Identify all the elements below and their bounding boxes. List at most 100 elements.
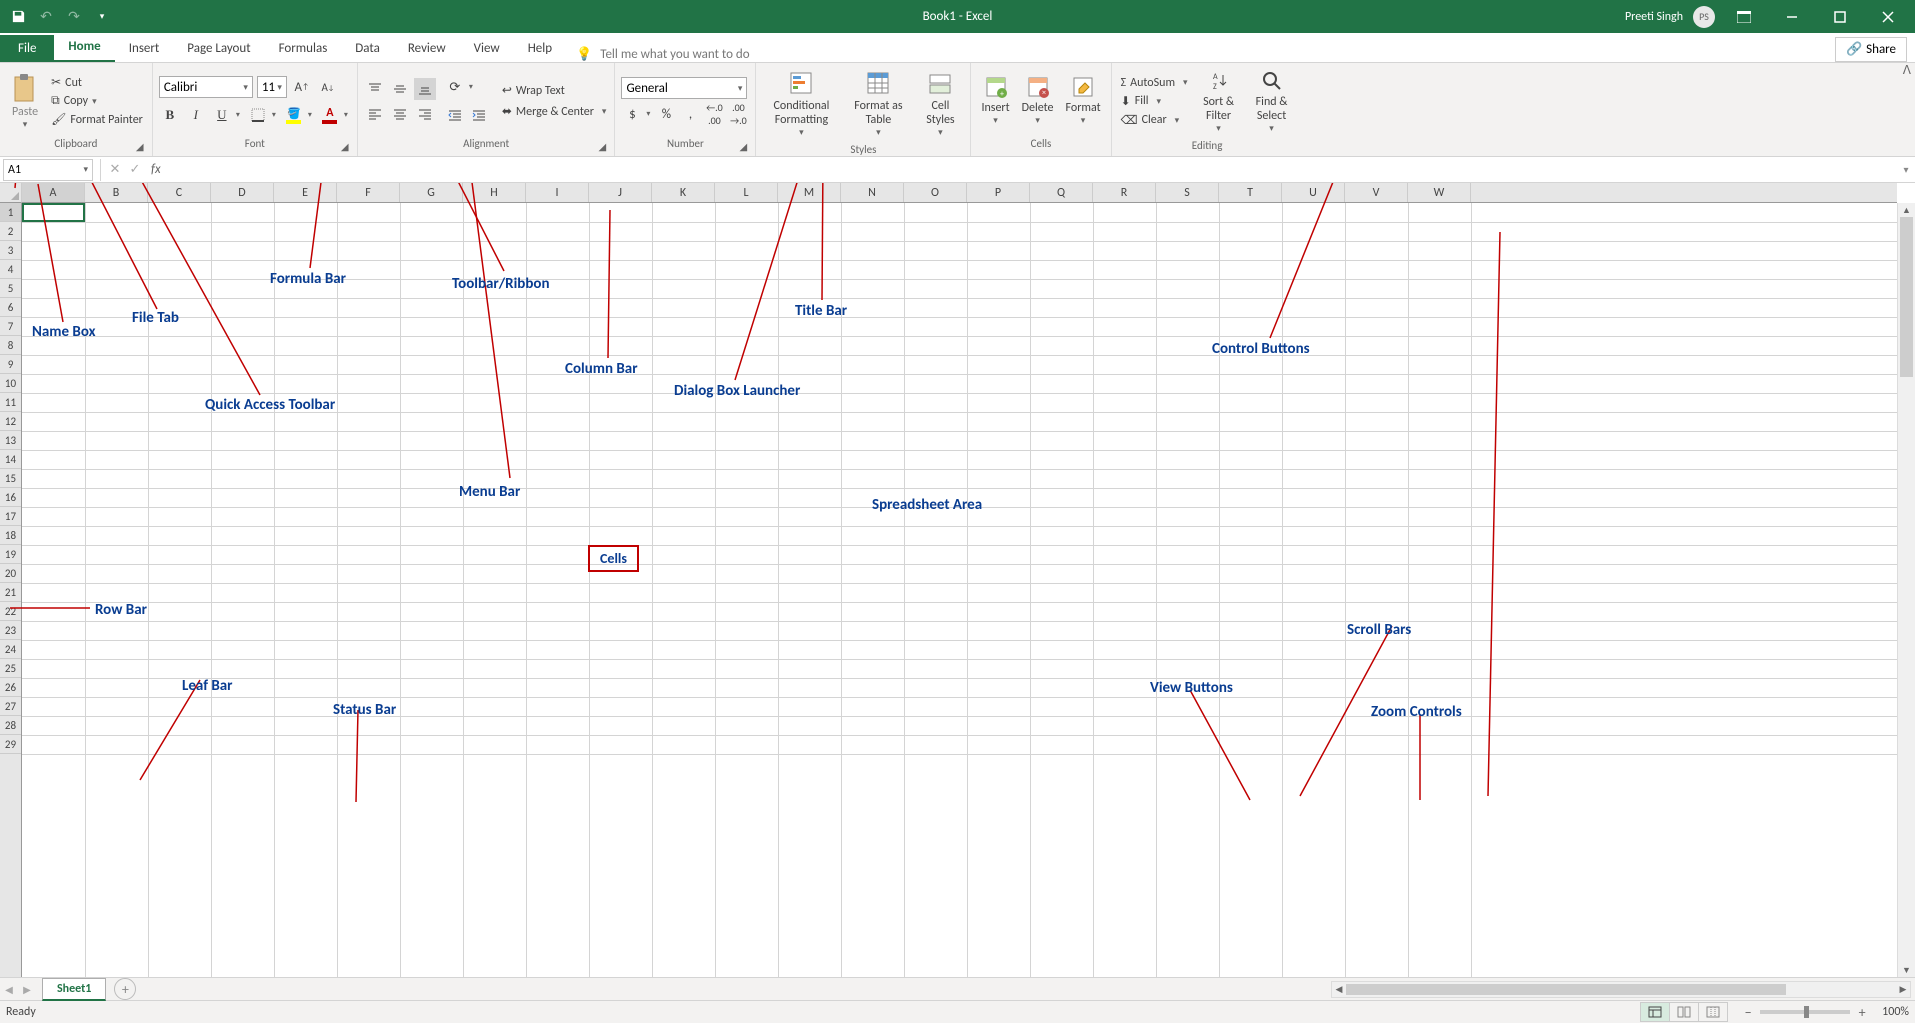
vertical-scrollbar[interactable]: ▲ ▼ (1897, 203, 1915, 977)
col-header-O[interactable]: O (904, 183, 967, 202)
redo-icon[interactable]: ↷ (64, 7, 84, 27)
formula-input[interactable] (167, 159, 1897, 181)
vscroll-thumb[interactable] (1900, 217, 1913, 377)
decrease-indent-icon[interactable] (444, 104, 466, 126)
col-header-P[interactable]: P (967, 183, 1030, 202)
italic-button[interactable]: I (185, 104, 207, 126)
tab-help[interactable]: Help (514, 35, 566, 62)
number-dialog-launcher[interactable]: ◢ (739, 140, 753, 154)
row-header-11[interactable]: 11 (0, 393, 21, 412)
increase-font-icon[interactable]: A↑ (291, 76, 313, 98)
format-painter-button[interactable]: 🖌Format Painter (48, 111, 146, 128)
collapse-ribbon-icon[interactable]: ᐱ (1903, 63, 1911, 78)
tab-formulas[interactable]: Formulas (265, 35, 342, 62)
col-header-M[interactable]: M (778, 183, 841, 202)
ribbon-display-options-icon[interactable] (1725, 0, 1763, 33)
format-as-table-button[interactable]: Format as Table▾ (844, 67, 912, 141)
col-header-U[interactable]: U (1282, 183, 1345, 202)
merge-center-button[interactable]: ⬌Merge & Center▾ (500, 102, 609, 121)
col-header-E[interactable]: E (274, 183, 337, 202)
col-header-S[interactable]: S (1156, 183, 1219, 202)
bold-button[interactable]: B (159, 104, 181, 126)
orientation-dropdown[interactable]: ▾ (466, 76, 476, 98)
wrap-text-button[interactable]: ↩Wrap Text (500, 81, 609, 100)
accounting-dropdown[interactable]: ▾ (643, 103, 653, 125)
tab-home[interactable]: Home (54, 33, 114, 62)
col-header-T[interactable]: T (1219, 183, 1282, 202)
number-format-combo[interactable]: General▾ (621, 77, 747, 99)
save-icon[interactable] (8, 7, 28, 27)
accounting-format-button[interactable]: $ (621, 103, 643, 125)
find-select-button[interactable]: Find & Select▾ (1247, 67, 1297, 137)
row-header-27[interactable]: 27 (0, 697, 21, 716)
row-header-9[interactable]: 9 (0, 355, 21, 374)
fx-icon[interactable]: fx (151, 162, 161, 177)
cut-button[interactable]: ✂Cut (48, 74, 146, 91)
fill-color-dropdown[interactable]: ▾ (305, 104, 315, 126)
decrease-font-icon[interactable]: A↓ (317, 76, 339, 98)
row-header-3[interactable]: 3 (0, 241, 21, 260)
clear-button[interactable]: ⌫Clear▾ (1118, 112, 1191, 129)
align-center-icon[interactable] (389, 103, 411, 125)
select-all-button[interactable] (0, 183, 22, 203)
hscroll-thumb[interactable] (1346, 984, 1786, 995)
col-header-N[interactable]: N (841, 183, 904, 202)
undo-icon[interactable]: ↶ (36, 7, 56, 27)
col-header-Q[interactable]: Q (1030, 183, 1093, 202)
row-header-1[interactable]: 1 (0, 203, 21, 222)
row-header-14[interactable]: 14 (0, 450, 21, 469)
user-avatar[interactable]: PS (1693, 6, 1715, 28)
scroll-left-icon[interactable]: ◀ (1332, 984, 1346, 995)
percent-button[interactable]: % (655, 103, 677, 125)
clipboard-dialog-launcher[interactable]: ◢ (136, 140, 150, 154)
row-header-23[interactable]: 23 (0, 621, 21, 640)
decrease-decimal-icon[interactable]: .00→.0 (727, 103, 749, 125)
copy-button[interactable]: ⧉Copy▾ (48, 93, 146, 109)
zoom-value[interactable]: 100% (1882, 1005, 1909, 1019)
delete-cells-button[interactable]: ×Delete▾ (1018, 73, 1058, 128)
comma-button[interactable]: , (679, 103, 701, 125)
col-header-K[interactable]: K (652, 183, 715, 202)
row-header-19[interactable]: 19 (0, 545, 21, 564)
row-header-13[interactable]: 13 (0, 431, 21, 450)
increase-indent-icon[interactable] (468, 104, 490, 126)
scroll-down-icon[interactable]: ▼ (1898, 963, 1915, 977)
font-color-dropdown[interactable]: ▾ (341, 104, 351, 126)
col-header-I[interactable]: I (526, 183, 589, 202)
zoom-out-button[interactable]: − (1740, 1004, 1756, 1020)
orientation-button[interactable]: ⟳ (444, 76, 466, 98)
add-sheet-button[interactable]: + (114, 978, 136, 1000)
row-header-25[interactable]: 25 (0, 659, 21, 678)
col-header-B[interactable]: B (85, 183, 148, 202)
row-header-12[interactable]: 12 (0, 412, 21, 431)
zoom-in-button[interactable]: + (1854, 1004, 1870, 1020)
row-header-20[interactable]: 20 (0, 564, 21, 583)
insert-cells-button[interactable]: +Insert▾ (977, 73, 1013, 128)
row-header-4[interactable]: 4 (0, 260, 21, 279)
col-header-V[interactable]: V (1345, 183, 1408, 202)
tab-data[interactable]: Data (341, 35, 394, 62)
col-header-D[interactable]: D (211, 183, 274, 202)
scroll-up-icon[interactable]: ▲ (1898, 203, 1915, 217)
zoom-slider[interactable] (1760, 1010, 1850, 1014)
format-cells-button[interactable]: Format▾ (1062, 73, 1105, 128)
fill-color-button[interactable]: 🪣 (283, 104, 305, 126)
conditional-formatting-button[interactable]: Conditional Formatting▾ (762, 67, 840, 141)
font-dialog-launcher[interactable]: ◢ (341, 140, 355, 154)
cell-styles-button[interactable]: Cell Styles▾ (916, 67, 964, 141)
col-header-J[interactable]: J (589, 183, 652, 202)
tab-view[interactable]: View (460, 35, 514, 62)
tab-review[interactable]: Review (394, 35, 460, 62)
font-color-button[interactable]: A (319, 104, 341, 126)
row-header-7[interactable]: 7 (0, 317, 21, 336)
tell-me-search[interactable]: 💡 Tell me what you want to do (576, 47, 750, 62)
row-header-16[interactable]: 16 (0, 488, 21, 507)
col-header-H[interactable]: H (463, 183, 526, 202)
tab-insert[interactable]: Insert (115, 35, 174, 62)
row-header-17[interactable]: 17 (0, 507, 21, 526)
tab-file[interactable]: File (0, 35, 54, 62)
share-button[interactable]: 🔗 Share (1835, 37, 1907, 62)
row-header-18[interactable]: 18 (0, 526, 21, 545)
col-header-W[interactable]: W (1408, 183, 1471, 202)
name-box[interactable]: A1▾ (3, 159, 93, 181)
